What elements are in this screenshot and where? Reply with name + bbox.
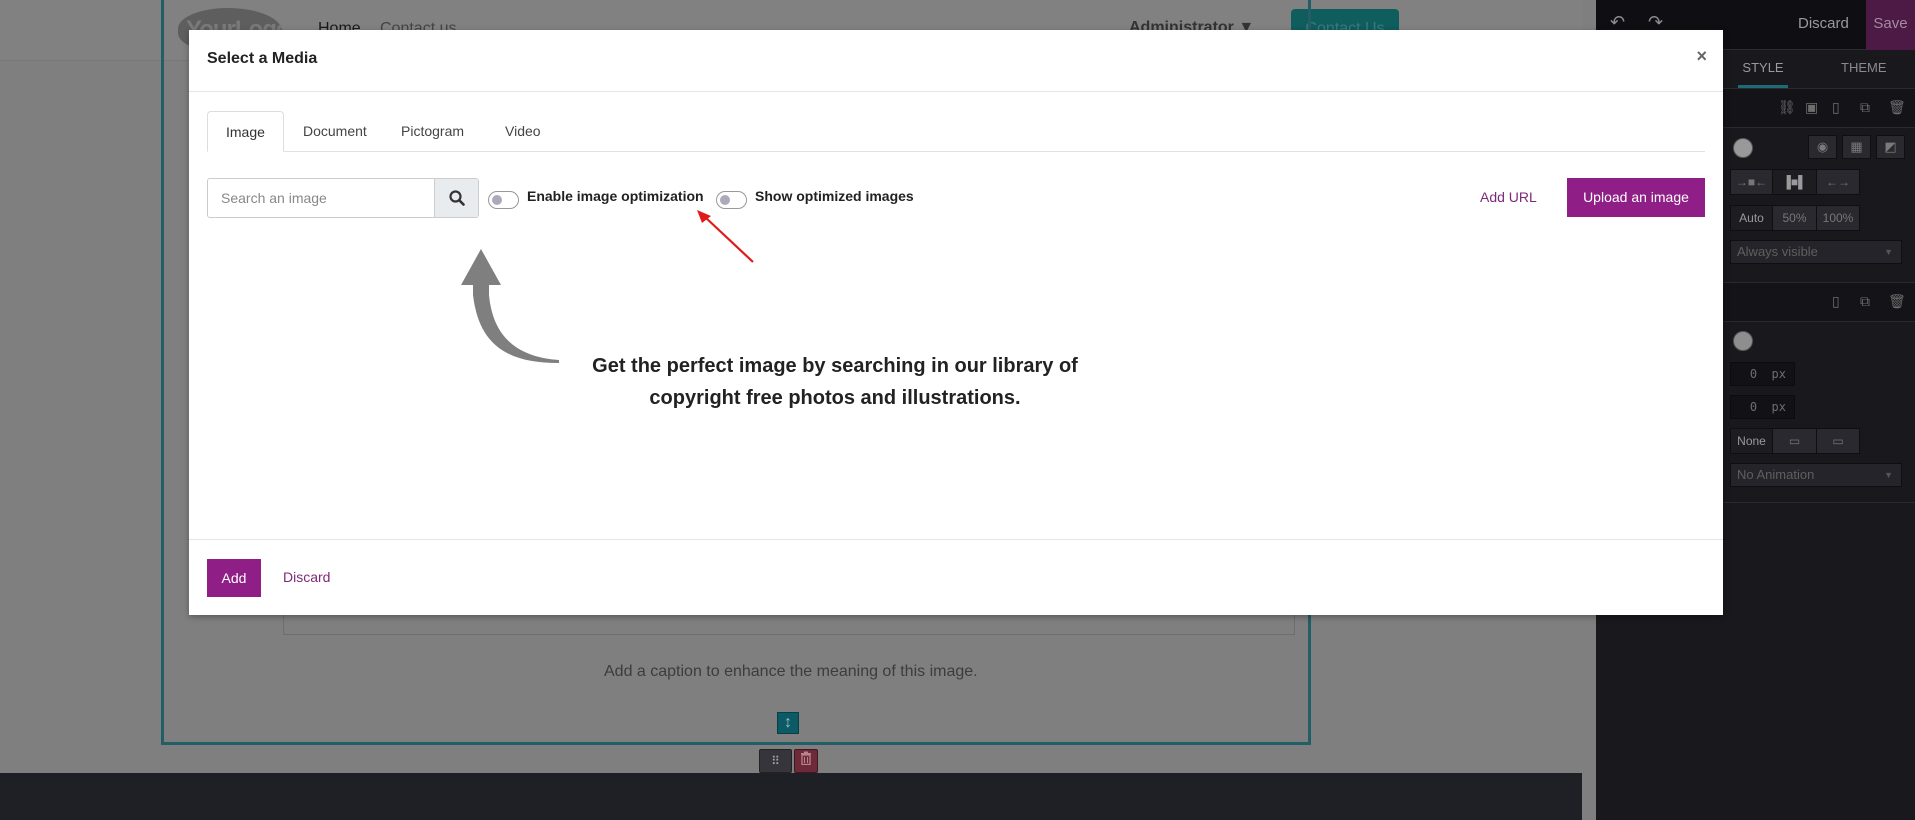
shadow-none[interactable]: None (1731, 429, 1773, 453)
save-icon[interactable]: ▣ (1805, 99, 1818, 116)
camera-icon[interactable]: ◉ (1808, 135, 1837, 159)
unit-label: px (1771, 367, 1786, 381)
link-icon[interactable]: ⛓ (1778, 99, 1796, 116)
show-optimized-label: Show optimized images (755, 188, 914, 204)
tab-pictogram[interactable]: Pictogram (383, 111, 482, 152)
tab-video[interactable]: Video (487, 111, 559, 152)
size-auto[interactable]: Auto (1731, 206, 1773, 230)
visibility-select[interactable]: Always visible ▼ (1730, 240, 1902, 264)
shadow-inset[interactable]: ▭ (1817, 429, 1859, 453)
close-icon[interactable]: × (1696, 46, 1707, 67)
shadow-option-group: None ▭ ▭ (1730, 428, 1860, 454)
site-footer (0, 773, 1582, 820)
animation-select[interactable]: No Animation ▼ (1730, 463, 1902, 487)
border-radius-value: 0 (1749, 400, 1758, 414)
resize-handle-icon[interactable]: ↕ (777, 712, 799, 734)
search-button[interactable] (434, 179, 478, 217)
image-caption[interactable]: Add a caption to enhance the meaning of … (604, 663, 978, 681)
modal-header: Select a Media × (189, 30, 1723, 92)
discard-button[interactable]: Discard (283, 569, 330, 585)
width-mode-narrow[interactable]: →■← (1731, 170, 1773, 194)
tab-style[interactable]: STYLE (1738, 60, 1788, 88)
border-width-input[interactable]: 0 px (1730, 362, 1795, 386)
chevron-down-icon: ▼ (1884, 470, 1893, 480)
unit-label: px (1771, 400, 1786, 414)
mobile-icon[interactable]: ▯ (1832, 99, 1840, 116)
modal-title: Select a Media (207, 50, 318, 67)
tab-theme[interactable]: THEME (1841, 60, 1887, 75)
select-media-dialog: Select a Media × Image Document Pictogra… (189, 30, 1723, 615)
tab-image[interactable]: Image (207, 111, 284, 152)
width-mode-group: →■← ▐■▌ ←→ (1730, 169, 1860, 195)
width-mode-full[interactable]: ←→ (1817, 170, 1859, 194)
duplicate-icon[interactable]: ⧉ (1860, 293, 1870, 310)
toggle-knob (492, 195, 502, 205)
add-url-link[interactable]: Add URL (1480, 189, 1537, 205)
toggle-knob (720, 195, 730, 205)
editor-discard-button[interactable]: Discard (1798, 15, 1849, 32)
tab-document[interactable]: Document (285, 111, 385, 152)
search-group (207, 178, 479, 218)
color-picker[interactable] (1733, 138, 1753, 158)
enable-optimization-toggle[interactable] (488, 191, 519, 209)
remove-block-icon[interactable] (794, 749, 818, 773)
annotation-arrow-icon (697, 210, 754, 263)
image-icon[interactable]: ◩ (1876, 135, 1905, 159)
show-optimized-toggle[interactable] (716, 191, 747, 209)
search-icon (448, 190, 465, 206)
duplicate-icon[interactable]: ⧉ (1860, 99, 1870, 116)
size-option-group: Auto 50% 100% (1730, 205, 1860, 231)
media-tabs: Image Document Pictogram Video (207, 111, 1705, 152)
mobile-icon[interactable]: ▯ (1832, 293, 1840, 310)
shadow-outset[interactable]: ▭ (1773, 429, 1817, 453)
size-50[interactable]: 50% (1773, 206, 1817, 230)
search-hint-text: Get the perfect image by searching in ou… (592, 355, 1078, 409)
width-mode-regular[interactable]: ▐■▌ (1773, 170, 1817, 194)
add-button[interactable]: Add (207, 559, 261, 597)
animation-value: No Animation (1737, 467, 1815, 482)
chevron-down-icon: ▼ (1884, 247, 1893, 257)
upload-image-button[interactable]: Upload an image (1567, 178, 1705, 217)
move-handle-icon[interactable]: ⠿ (759, 749, 792, 773)
enable-optimization-label: Enable image optimization (527, 188, 704, 204)
trash-icon[interactable]: 🗑 (1888, 293, 1906, 310)
visibility-value: Always visible (1737, 244, 1818, 259)
border-radius-input[interactable]: 0 px (1730, 395, 1795, 419)
film-icon[interactable]: ▦ (1842, 135, 1871, 159)
trash-icon[interactable]: 🗑 (1888, 99, 1906, 116)
border-width-value: 0 (1749, 367, 1758, 381)
size-100[interactable]: 100% (1817, 206, 1859, 230)
search-input[interactable] (208, 179, 434, 217)
border-color-picker[interactable] (1733, 331, 1753, 351)
modal-footer: Add Discard (189, 539, 1723, 615)
editor-save-button[interactable]: Save (1866, 0, 1915, 50)
